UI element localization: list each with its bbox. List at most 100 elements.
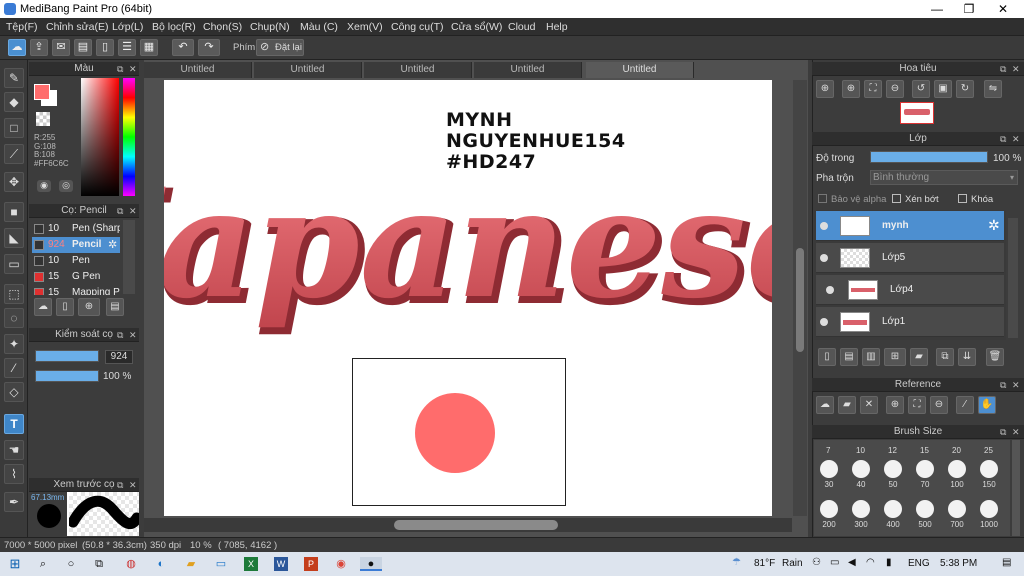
language-indicator[interactable]: ENG bbox=[908, 558, 930, 569]
close-icon[interactable]: ✕ bbox=[129, 62, 137, 76]
folder-icon[interactable]: ▰ bbox=[910, 348, 928, 366]
powerpoint-icon[interactable]: P bbox=[304, 557, 318, 571]
cloud-brush-icon[interactable]: ☁ bbox=[34, 298, 52, 316]
close-icon[interactable]: ✕ bbox=[1012, 378, 1020, 392]
brush-size-preset[interactable]: 1000 bbox=[974, 498, 1004, 532]
layer-item[interactable]: Lớp4 bbox=[816, 275, 1004, 305]
cloud-icon[interactable]: ☁ bbox=[816, 396, 834, 414]
windows-start-icon[interactable]: ⊞ bbox=[8, 557, 22, 571]
menu-layer[interactable]: Lớp(L) bbox=[112, 21, 143, 33]
cloud-icon[interactable]: ☁ bbox=[8, 39, 26, 56]
magic-wand-icon[interactable]: ✦ bbox=[4, 334, 24, 354]
brush-size-preset[interactable]: 500 bbox=[910, 498, 940, 532]
clip-checkbox[interactable] bbox=[892, 194, 901, 203]
trash-icon[interactable]: 🗑 bbox=[986, 348, 1004, 366]
clock[interactable]: 5:38 PM bbox=[940, 558, 977, 569]
brush-size-preset[interactable]: 50 bbox=[878, 458, 908, 492]
select-eraser-icon[interactable]: ◇ bbox=[4, 382, 24, 402]
brush-item-selected[interactable]: 924 Pencil ✲ bbox=[32, 237, 120, 253]
zoom-in-icon[interactable]: ⊕ bbox=[816, 80, 834, 98]
redo-icon[interactable]: ↷ bbox=[198, 39, 220, 56]
close-icon[interactable]: ✕ bbox=[1012, 132, 1020, 146]
zoom-in-icon[interactable]: ⊕ bbox=[886, 396, 904, 414]
battery-icon[interactable]: ▮ bbox=[886, 557, 892, 568]
palette-icon[interactable]: ◉ bbox=[37, 180, 51, 192]
select-tool-icon[interactable]: ⬚ bbox=[4, 284, 24, 304]
eye-icon[interactable] bbox=[820, 318, 828, 326]
brush-size-preset[interactable]: 40 bbox=[846, 458, 876, 492]
brush-size-preset[interactable]: 200 bbox=[814, 498, 844, 532]
fit-icon[interactable]: ⛶ bbox=[864, 80, 882, 98]
document-tab-active[interactable]: Untitled bbox=[586, 62, 694, 78]
blend-mode-select[interactable]: Bình thường ▾ bbox=[870, 170, 1018, 185]
menu-file[interactable]: Tệp(F) bbox=[6, 21, 38, 33]
gear-icon[interactable]: ✲ bbox=[988, 217, 1000, 234]
list-icon[interactable]: ☰ bbox=[118, 39, 136, 56]
close-icon[interactable]: ✕ bbox=[1012, 62, 1020, 76]
fit-screen-icon[interactable]: ▣ bbox=[934, 80, 952, 98]
layer-item[interactable]: Lớp5 bbox=[816, 243, 1004, 273]
popout-icon[interactable]: ⧉ bbox=[117, 328, 123, 342]
eyedropper-icon[interactable]: ⁄ bbox=[956, 396, 974, 414]
gear-icon[interactable]: ✲ bbox=[108, 238, 117, 251]
operation-tool-icon[interactable]: ☚ bbox=[4, 440, 24, 460]
lasso-tool-icon[interactable]: ◌ bbox=[4, 308, 24, 328]
weather-temp[interactable]: 81°F bbox=[754, 558, 775, 569]
layer-item-selected[interactable]: mynh ✲ bbox=[816, 211, 1004, 241]
popout-icon[interactable]: ⧉ bbox=[117, 478, 123, 492]
eye-icon[interactable] bbox=[820, 254, 828, 262]
hue-slider[interactable] bbox=[123, 78, 135, 196]
zoom-out-icon[interactable]: ⊖ bbox=[930, 396, 948, 414]
notification-icon[interactable]: ▤ bbox=[1002, 557, 1011, 568]
fill-rect-tool-icon[interactable]: ■ bbox=[4, 202, 24, 222]
navigator-thumbnail[interactable] bbox=[900, 102, 934, 124]
layer-list-scrollbar[interactable] bbox=[1008, 218, 1018, 338]
network-icon[interactable]: ◠ bbox=[866, 557, 875, 568]
popout-icon[interactable]: ⧉ bbox=[1000, 62, 1006, 76]
eraser-tool-icon[interactable]: ◆ bbox=[4, 92, 24, 112]
rotate-right-icon[interactable]: ↻ bbox=[956, 80, 974, 98]
add-layer-menu-icon[interactable]: ⊞ bbox=[884, 348, 906, 366]
brush-tool-icon[interactable]: ✎ bbox=[4, 68, 24, 88]
eye-icon[interactable] bbox=[820, 222, 828, 230]
new-layer-icon[interactable]: ▯ bbox=[818, 348, 836, 366]
brush-size-preset[interactable]: 400 bbox=[878, 498, 908, 532]
close-icon[interactable]: ✕ bbox=[129, 478, 137, 492]
move-tool-icon[interactable]: ✥ bbox=[4, 172, 24, 192]
brush-size-preset[interactable]: 12 bbox=[888, 446, 897, 455]
horizontal-scroll-thumb[interactable] bbox=[394, 520, 558, 530]
gradient-tool-icon[interactable]: ▭ bbox=[4, 254, 24, 274]
menu-edit[interactable]: Chỉnh sửa(E) bbox=[46, 21, 108, 33]
chat-icon[interactable]: ▤ bbox=[74, 39, 92, 56]
popout-icon[interactable]: ⧉ bbox=[1000, 425, 1006, 439]
popout-icon[interactable]: ⧉ bbox=[117, 62, 123, 76]
brush-item[interactable]: 10 Pen (Sharp bbox=[32, 221, 120, 237]
app-icon[interactable]: ◍ bbox=[124, 557, 138, 571]
document-tab[interactable]: Untitled bbox=[254, 62, 362, 78]
monitor-icon[interactable]: ▭ bbox=[214, 557, 228, 571]
page-icon[interactable]: ▯ bbox=[96, 39, 114, 56]
bucket-tool-icon[interactable]: ◣ bbox=[4, 228, 24, 248]
layer-item[interactable]: Lớp1 bbox=[816, 307, 1004, 337]
brush-item[interactable]: 15 Mapping Pe bbox=[32, 285, 120, 295]
minimize-button[interactable]: — bbox=[920, 0, 954, 18]
close-icon[interactable]: ✕ bbox=[129, 204, 137, 218]
undo-icon[interactable]: ↶ bbox=[172, 39, 194, 56]
volume-icon[interactable]: ◀ bbox=[848, 557, 856, 568]
menu-view[interactable]: Xem(V) bbox=[347, 21, 383, 33]
grid-icon[interactable]: ▦ bbox=[140, 39, 158, 56]
line-tool-icon[interactable]: ⟋ bbox=[4, 144, 24, 164]
menu-window[interactable]: Cửa sổ(W) bbox=[451, 21, 502, 33]
close-reference-icon[interactable]: ✕ bbox=[860, 396, 878, 414]
brush-size-preset[interactable]: 10 bbox=[856, 446, 865, 455]
flip-icon[interactable]: ⇋ bbox=[984, 80, 1002, 98]
open-folder-icon[interactable]: ▰ bbox=[838, 396, 856, 414]
protect-alpha-checkbox[interactable] bbox=[818, 194, 827, 203]
comment-icon[interactable]: ✉ bbox=[52, 39, 70, 56]
shape-tool-icon[interactable]: □ bbox=[4, 118, 24, 138]
share-icon[interactable]: ⇪ bbox=[30, 39, 48, 56]
transparent-swatch[interactable] bbox=[36, 112, 50, 126]
medibang-taskbar-icon[interactable]: ● bbox=[360, 557, 382, 571]
popout-icon[interactable]: ⧉ bbox=[1000, 378, 1006, 392]
hand-icon[interactable]: ✋ bbox=[978, 396, 996, 414]
